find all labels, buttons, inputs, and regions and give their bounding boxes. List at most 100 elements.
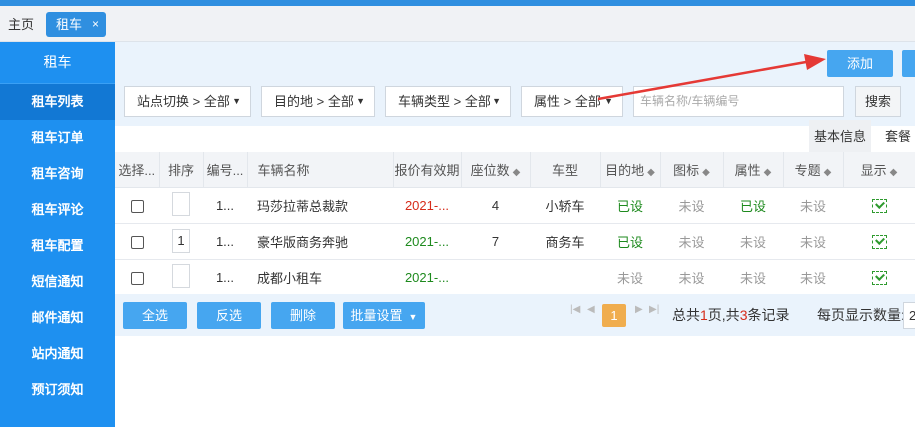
header-icon[interactable]: 图标 ◆ xyxy=(660,152,724,188)
row-checkbox[interactable] xyxy=(130,235,144,249)
invert-selection-button[interactable]: 反选 xyxy=(197,302,261,329)
sidebar-item-rental-config[interactable]: 租车配置 xyxy=(0,228,115,264)
batch-settings-button[interactable]: 批量设置 ▼ xyxy=(343,302,425,329)
tab-basic-info[interactable]: 基本信息 xyxy=(809,120,871,153)
first-page-icon[interactable]: |◀ xyxy=(570,304,580,315)
caret-down-icon: ▼ xyxy=(604,96,613,106)
table-header-row: 选择... 排序 编号... 车辆名称 报价有效期 座位数 ◆ 车型 目的地 ◆ 图… xyxy=(115,152,915,188)
row-name[interactable]: 成都小租车 xyxy=(247,259,393,296)
sort-icon[interactable]: ◆ xyxy=(647,167,655,178)
order-input[interactable] xyxy=(172,263,190,288)
row-topic[interactable]: 未设 xyxy=(783,187,843,224)
header-seats[interactable]: 座位数 ◆ xyxy=(461,152,531,188)
row-icon[interactable]: 未设 xyxy=(660,223,723,260)
sidebar-item-rental-reviews[interactable]: 租车评论 xyxy=(0,192,115,228)
page-size-select[interactable]: 2 xyxy=(903,302,915,329)
row-icon[interactable]: 未设 xyxy=(660,187,723,224)
sidebar-item-rental-orders[interactable]: 租车订单 xyxy=(0,120,115,156)
row-checkbox[interactable] xyxy=(130,271,144,285)
next-page-icon[interactable]: ▶ xyxy=(635,304,643,315)
display-check-icon[interactable] xyxy=(871,198,887,213)
add-button[interactable]: 添加 xyxy=(827,50,893,77)
station-select-label: 站点切换 > 全部 xyxy=(137,94,230,109)
table-row[interactable]: 1... 成都小租车 2021-... 未设 未设 未设 未设 xyxy=(115,259,915,296)
sidebar-item-booking-notes[interactable]: 预订须知 xyxy=(0,372,115,408)
row-topic[interactable]: 未设 xyxy=(783,259,843,296)
sidebar-item-rental-inquiry[interactable]: 租车咨询 xyxy=(0,156,115,192)
row-number: 1... xyxy=(203,259,247,296)
search-button[interactable]: 搜索 xyxy=(855,86,901,117)
info-suffix: 条记录 xyxy=(747,307,790,323)
batch-settings-label: 批量设置 xyxy=(350,308,403,323)
display-check-icon[interactable] xyxy=(871,234,887,249)
vehicle-type-select[interactable]: 车辆类型 > 全部 ▼ xyxy=(385,86,511,117)
row-attribute[interactable]: 未设 xyxy=(723,259,783,296)
station-select[interactable]: 站点切换 > 全部 ▼ xyxy=(124,86,251,117)
header-order: 排序 xyxy=(159,152,204,188)
sidebar-item-email-notice[interactable]: 邮件通知 xyxy=(0,300,115,336)
sidebar: 租车 租车列表 租车订单 租车咨询 租车评论 租车配置 短信通知 邮件通知 站内… xyxy=(0,42,115,427)
destination-select[interactable]: 目的地 > 全部 ▼ xyxy=(261,86,375,117)
header-destination[interactable]: 目的地 ◆ xyxy=(600,152,661,188)
row-name[interactable]: 豪华版商务奔驰 xyxy=(247,223,393,260)
sidebar-item-site-notice[interactable]: 站内通知 xyxy=(0,336,115,372)
info-mid: 页,共 xyxy=(707,307,740,323)
sort-icon[interactable]: ◆ xyxy=(764,167,772,178)
row-destination[interactable]: 未设 xyxy=(600,259,660,296)
sort-icon[interactable]: ◆ xyxy=(513,167,521,178)
row-checkbox[interactable] xyxy=(130,199,144,213)
display-check-icon[interactable] xyxy=(871,270,887,285)
row-price-valid: 2021-... xyxy=(393,187,461,224)
order-input[interactable] xyxy=(172,191,190,216)
bottom-bar: 全选 反选 删除 批量设置 ▼ |◀ ◀ 1 ▶ ▶| 总共1页,共3条记录 每页… xyxy=(115,294,915,336)
destination-select-label: 目的地 > 全部 xyxy=(274,94,354,109)
row-model: 商务车 xyxy=(530,223,600,260)
page-size-label: 每页显示数量: xyxy=(817,307,905,323)
row-icon[interactable]: 未设 xyxy=(660,259,723,296)
header-seats-label: 座位数 xyxy=(470,162,510,178)
caret-down-icon: ▼ xyxy=(492,96,501,106)
row-attribute[interactable]: 已设 xyxy=(723,187,783,224)
attribute-select[interactable]: 属性 > 全部 ▼ xyxy=(521,86,623,117)
tab-home[interactable]: 主页 xyxy=(4,12,38,37)
sort-icon[interactable]: ◆ xyxy=(702,167,710,178)
row-name[interactable]: 玛莎拉蒂总裁款 xyxy=(247,187,393,224)
info-tabs: 基本信息 套餐 xyxy=(115,118,915,153)
header-destination-label: 目的地 xyxy=(605,162,645,178)
sidebar-title: 租车 xyxy=(0,42,115,84)
prev-page-icon[interactable]: ◀ xyxy=(587,304,595,315)
row-destination[interactable]: 已设 xyxy=(600,223,660,260)
search-input[interactable]: 车辆名称/车辆编号 xyxy=(633,86,844,117)
header-name: 车辆名称 xyxy=(247,152,394,188)
sidebar-item-rental-list[interactable]: 租车列表 xyxy=(0,84,115,120)
total-pages: 1 xyxy=(700,307,708,323)
header-display[interactable]: 显示 ◆ xyxy=(843,152,915,188)
row-seats xyxy=(461,259,530,296)
tab-rental[interactable]: 租车 × xyxy=(46,12,106,37)
header-topic-label: 专题 xyxy=(794,162,821,178)
order-input[interactable]: 1 xyxy=(172,229,190,253)
row-destination[interactable]: 已设 xyxy=(600,187,660,224)
last-page-icon[interactable]: ▶| xyxy=(649,304,659,315)
delete-button[interactable]: 删除 xyxy=(271,302,335,329)
tab-package[interactable]: 套餐 xyxy=(885,120,911,153)
extra-button[interactable] xyxy=(902,50,915,77)
header-topic[interactable]: 专题 ◆ xyxy=(783,152,844,188)
sort-icon[interactable]: ◆ xyxy=(824,167,832,178)
header-model: 车型 xyxy=(530,152,601,188)
sort-icon[interactable]: ◆ xyxy=(890,167,898,178)
sidebar-item-sms-notice[interactable]: 短信通知 xyxy=(0,264,115,300)
select-all-button[interactable]: 全选 xyxy=(123,302,187,329)
row-topic[interactable]: 未设 xyxy=(783,223,843,260)
pagination-info: 总共1页,共3条记录 xyxy=(672,302,789,329)
row-number: 1... xyxy=(203,187,247,224)
row-model: 小轿车 xyxy=(530,187,600,224)
header-icon-label: 图标 xyxy=(673,162,700,178)
caret-down-icon: ▼ xyxy=(356,96,365,106)
table-row[interactable]: 1 1... 豪华版商务奔驰 2021-... 7 商务车 已设 未设 未设 未… xyxy=(115,223,915,260)
row-attribute[interactable]: 未设 xyxy=(723,223,783,260)
header-attribute[interactable]: 属性 ◆ xyxy=(723,152,784,188)
current-page[interactable]: 1 xyxy=(602,304,626,327)
close-icon[interactable]: × xyxy=(92,12,99,37)
table-row[interactable]: 1... 玛莎拉蒂总裁款 2021-... 4 小轿车 已设 未设 已设 未设 xyxy=(115,187,915,224)
